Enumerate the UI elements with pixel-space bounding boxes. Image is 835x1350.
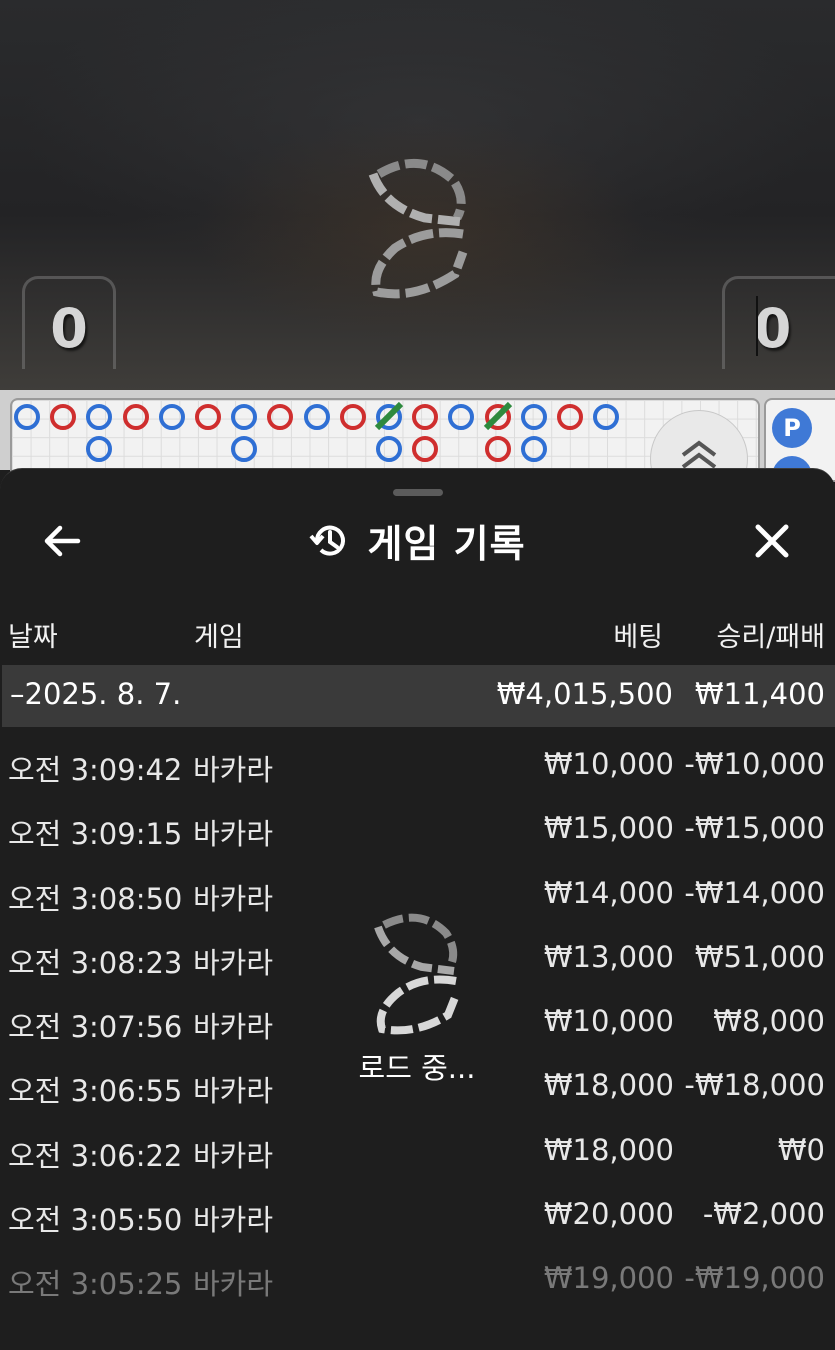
player-bead	[86, 436, 113, 462]
player-bead	[231, 404, 258, 430]
text-cursor	[756, 296, 758, 356]
row-time: 오전 3:07:56	[8, 1010, 183, 1045]
history-row[interactable]: 오전 3:05:50 바카라 ₩20,000 -₩2,000	[0, 1185, 835, 1249]
player-bead	[158, 404, 185, 430]
banker-bead	[339, 404, 366, 430]
row-time: 오전 3:06:55	[8, 1074, 183, 1109]
row-game: 바카라	[193, 1267, 274, 1302]
close-button[interactable]	[750, 519, 794, 563]
loading-spinner-icon	[374, 913, 460, 1035]
row-bet: ₩13,000	[543, 939, 674, 974]
sheet-title: 게임 기록	[367, 522, 526, 566]
player-score: 0	[22, 276, 116, 369]
banker-bead	[412, 436, 439, 462]
row-win-loss: -₩19,000	[684, 1261, 825, 1296]
player-bead	[520, 404, 547, 430]
player-bead	[593, 404, 620, 430]
player-bead	[448, 404, 475, 430]
row-bet: ₩10,000	[543, 747, 674, 781]
row-game: 바카라	[193, 1138, 274, 1173]
row-game: 바카라	[193, 817, 274, 852]
row-bet: ₩18,000	[543, 1068, 674, 1103]
close-icon	[755, 524, 789, 558]
banker-bead	[50, 404, 77, 430]
row-bet: ₩15,000	[543, 811, 674, 846]
row-game: 바카라	[193, 1010, 274, 1045]
row-bet: ₩10,000	[543, 1004, 674, 1039]
banker-bead	[412, 404, 439, 430]
column-header-win-loss[interactable]: 승리/패배	[717, 615, 825, 654]
banker-bead	[484, 436, 511, 462]
player-bead	[303, 404, 330, 430]
row-bet: ₩20,000	[543, 1197, 674, 1232]
banker-score: 0	[722, 276, 835, 369]
row-win-loss: -₩18,000	[684, 1068, 825, 1103]
column-header-bet[interactable]: 베팅	[613, 615, 663, 654]
row-time: 오전 3:08:50	[8, 881, 183, 916]
group-win-loss-total: ₩11,400	[694, 677, 825, 711]
player-predict-badge[interactable]: P	[772, 408, 812, 448]
banker-bead	[122, 404, 149, 430]
row-win-loss: ₩0	[777, 1132, 825, 1167]
player-bead	[376, 436, 402, 462]
row-bet: ₩18,000	[543, 1132, 674, 1167]
loading-indicator: 로드 중...	[355, 911, 479, 1111]
player-bead	[14, 404, 40, 430]
sheet-header: 게임 기록	[0, 513, 835, 569]
column-header-game[interactable]: 게임	[194, 615, 244, 654]
row-game: 바카라	[193, 1074, 274, 1109]
row-bet: ₩14,000	[543, 875, 674, 910]
row-win-loss: -₩15,000	[684, 811, 825, 846]
row-game: 바카라	[193, 753, 274, 787]
loading-spinner-icon	[368, 158, 468, 299]
group-date: –2025. 8. 7.	[10, 677, 182, 711]
column-header-date[interactable]: 날짜	[8, 615, 58, 654]
row-time: 오전 3:05:25	[8, 1267, 183, 1302]
history-row[interactable]: 오전 3:05:25 바카라 ₩19,000 -₩19,000	[0, 1249, 835, 1313]
row-time: 오전 3:09:15	[8, 817, 183, 852]
row-time: 오전 3:06:22	[8, 1138, 183, 1173]
history-row[interactable]: 오전 3:06:22 바카라 ₩18,000 ₩0	[0, 1121, 835, 1185]
game-history-sheet: 게임 기록 날짜 게임 베팅 승리/패배 –2025. 8. 7. ₩4,015…	[0, 468, 835, 1350]
row-game: 바카라	[193, 881, 274, 916]
banker-bead	[195, 404, 221, 430]
player-bead	[231, 436, 258, 462]
loading-text: 로드 중...	[358, 1051, 476, 1085]
history-row[interactable]: 오전 3:09:42 바카라 ₩10,000 -₩10,000	[0, 735, 835, 799]
banker-bead	[267, 404, 294, 430]
history-row[interactable]: 오전 3:09:15 바카라 ₩15,000 -₩15,000	[0, 799, 835, 863]
row-game: 바카라	[193, 945, 274, 980]
history-icon	[309, 525, 346, 556]
row-win-loss: ₩8,000	[713, 1004, 825, 1039]
sheet-drag-handle[interactable]	[393, 489, 443, 496]
row-win-loss: -₩2,000	[702, 1197, 825, 1232]
row-win-loss: -₩10,000	[684, 747, 825, 781]
row-time: 오전 3:08:23	[8, 945, 183, 980]
live-video-area: 0 0	[0, 0, 835, 390]
row-game: 바카라	[193, 1203, 274, 1238]
row-win-loss: -₩14,000	[684, 875, 825, 910]
row-time: 오전 3:09:42	[8, 753, 183, 787]
player-bead	[86, 404, 113, 430]
date-group-row[interactable]: –2025. 8. 7. ₩4,015,500 ₩11,400	[2, 665, 835, 727]
row-win-loss: ₩51,000	[694, 939, 825, 974]
row-time: 오전 3:05:50	[8, 1203, 183, 1238]
row-bet: ₩19,000	[543, 1261, 674, 1296]
banker-bead	[557, 404, 583, 430]
player-bead	[520, 436, 547, 462]
group-bet-total: ₩4,015,500	[496, 677, 673, 711]
